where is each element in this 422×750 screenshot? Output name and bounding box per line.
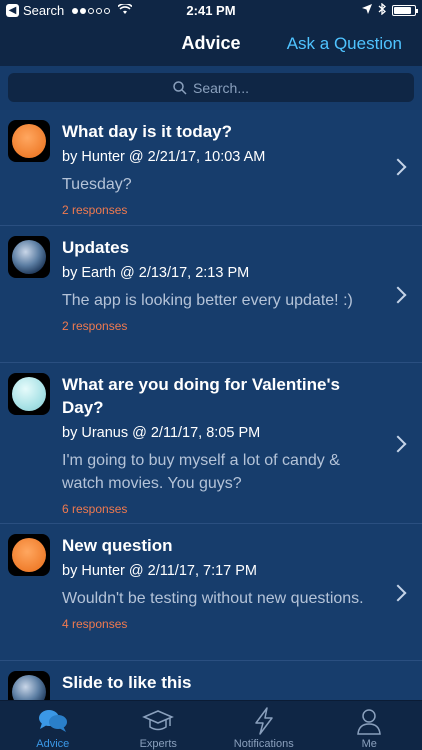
earth-avatar bbox=[8, 671, 50, 700]
location-arrow-icon bbox=[362, 4, 372, 17]
status-bar: ◀ Search 2:41 PM bbox=[0, 0, 422, 22]
post-title: Updates bbox=[62, 238, 130, 257]
tab-label: Notifications bbox=[233, 738, 294, 750]
post-meta: by Hunter @ 2/21/17, 10:03 AM bbox=[62, 149, 266, 165]
post-text: I'm going to buy myself a lot of candy &… bbox=[62, 452, 340, 492]
post-meta: by Hunter @ 2/11/17, 7:17 PM bbox=[62, 563, 257, 579]
post-row[interactable]: New question by Hunter @ 2/11/17, 7:17 P… bbox=[0, 524, 422, 661]
post-text: Tuesday? bbox=[62, 176, 132, 193]
tab-label: Me bbox=[361, 738, 377, 750]
post-responses: 6 responses bbox=[62, 502, 128, 516]
earth-planet-icon bbox=[12, 675, 46, 700]
bluetooth-icon bbox=[378, 2, 386, 18]
post-responses: 2 responses bbox=[62, 319, 128, 333]
advice-list: What day is it today? by Hunter @ 2/21/1… bbox=[0, 110, 422, 700]
uranus-avatar bbox=[8, 373, 50, 415]
chevron-right-icon bbox=[389, 435, 407, 453]
uranus-planet-icon bbox=[12, 377, 46, 411]
tab-me[interactable]: Me bbox=[317, 701, 422, 750]
post-row[interactable]: What day is it today? by Hunter @ 2/21/1… bbox=[0, 110, 422, 226]
post-responses: 2 responses bbox=[62, 203, 128, 217]
status-time: 2:41 PM bbox=[186, 3, 236, 18]
lightning-icon bbox=[255, 707, 273, 735]
navigation-bar: Advice Ask a Question bbox=[0, 22, 422, 66]
post-title: New question bbox=[62, 536, 173, 555]
ask-question-button[interactable]: Ask a Question bbox=[287, 34, 402, 54]
post-row[interactable]: Updates by Earth @ 2/13/17, 2:13 PM The … bbox=[0, 226, 422, 363]
search-bar: Search... bbox=[0, 66, 422, 110]
app-screen: ◀ Search 2:41 PM Advice Ask a Question S… bbox=[0, 0, 422, 750]
post-meta: by Earth @ 2/13/17, 2:13 PM bbox=[62, 265, 250, 281]
post-meta: by Uranus @ 2/11/17, 8:05 PM bbox=[62, 425, 261, 441]
search-icon bbox=[173, 80, 187, 95]
tab-notifications[interactable]: Notifications bbox=[211, 701, 317, 750]
post-title: What day is it today? bbox=[62, 122, 233, 141]
chevron-right-icon bbox=[389, 158, 407, 176]
battery-level bbox=[394, 7, 411, 14]
sun-planet-icon bbox=[12, 538, 46, 572]
sun-avatar bbox=[8, 534, 50, 576]
chevron-right-icon bbox=[389, 286, 407, 304]
post-row[interactable]: Slide to like this bbox=[0, 661, 422, 700]
post-text: The app is looking better every update! … bbox=[62, 292, 353, 309]
chat-bubbles-icon bbox=[38, 710, 67, 732]
earth-avatar bbox=[8, 236, 50, 278]
tab-label: Advice bbox=[36, 738, 70, 750]
sun-planet-icon bbox=[12, 124, 46, 158]
person-icon bbox=[357, 709, 382, 735]
battery-icon bbox=[392, 5, 418, 16]
post-text: Wouldn't be testing without new question… bbox=[62, 590, 364, 607]
search-input[interactable]: Search... bbox=[8, 73, 414, 102]
tab-experts[interactable]: Experts bbox=[106, 701, 212, 750]
earth-planet-icon bbox=[12, 240, 46, 274]
sun-avatar bbox=[8, 120, 50, 162]
post-responses: 4 responses bbox=[62, 617, 128, 631]
post-title: Slide to like this bbox=[62, 673, 192, 692]
post-row[interactable]: What are you doing for Valentine's Day? … bbox=[0, 363, 422, 524]
chevron-right-icon bbox=[389, 584, 407, 602]
status-right bbox=[362, 2, 418, 18]
tab-bar: Advice Experts Notifications Me bbox=[0, 700, 422, 750]
tab-advice[interactable]: Advice bbox=[0, 701, 106, 750]
post-title: What are you doing for Valentine's Day? bbox=[62, 375, 340, 417]
search-placeholder: Search... bbox=[192, 79, 250, 96]
tab-label: Experts bbox=[139, 738, 177, 750]
graduation-cap-icon bbox=[142, 710, 175, 731]
